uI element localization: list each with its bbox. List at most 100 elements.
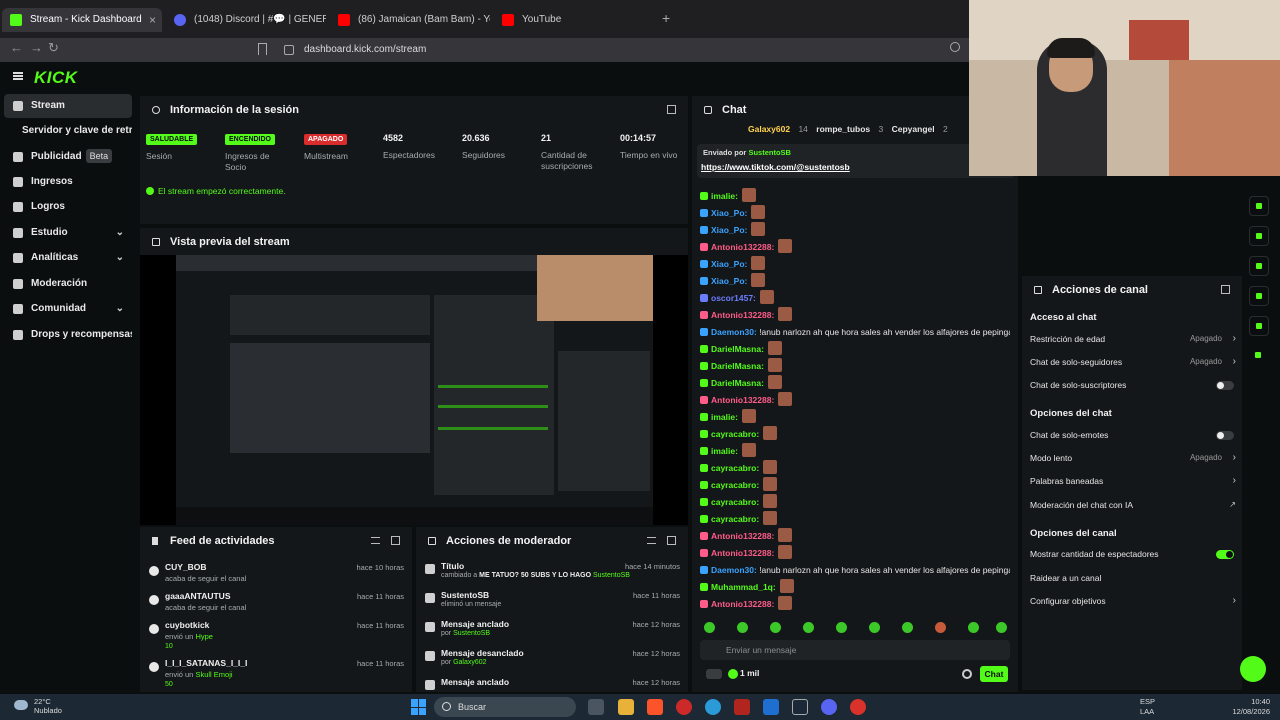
- chat-username[interactable]: cayracabro:: [711, 463, 759, 473]
- feed-user[interactable]: I_I_I_SATANAS_I_I_I: [165, 658, 247, 668]
- chat-username[interactable]: Xiao_Po:: [711, 208, 747, 218]
- help-chat-button[interactable]: [1240, 656, 1266, 682]
- sidebar-item-server-key[interactable]: Servidor y clave de retransmisión: [4, 119, 132, 143]
- chat-username[interactable]: DarielMasna:: [711, 361, 764, 371]
- tab-discord[interactable]: (1048) Discord | #💬 | GENERAL | EISUS: [166, 8, 326, 32]
- site-info-icon[interactable]: [284, 45, 294, 55]
- chat-username[interactable]: Daemon30:: [711, 565, 757, 575]
- edge-icon[interactable]: [705, 699, 721, 715]
- app-icon[interactable]: [850, 699, 866, 715]
- infinity-icon[interactable]: [706, 669, 722, 679]
- opera-icon[interactable]: [676, 699, 692, 715]
- pinned-link[interactable]: https://www.tiktok.com/@sustentosb: [701, 162, 850, 172]
- option-raid[interactable]: Raidear a un canal: [1030, 568, 1236, 588]
- chat-send-button[interactable]: Chat: [980, 666, 1008, 682]
- emote-icon[interactable]: [704, 622, 715, 633]
- chat-username[interactable]: Daemon30:: [711, 327, 757, 337]
- mod-action-user[interactable]: SustentoSB: [593, 572, 630, 579]
- chat-username[interactable]: Antonio132288:: [711, 599, 774, 609]
- option-slow-mode[interactable]: Modo lento Apagado ›: [1030, 448, 1236, 468]
- emote-icon[interactable]: [803, 622, 814, 633]
- tab-youtube-jamaican[interactable]: (86) Jamaican (Bam Bam) - YouTube: [330, 8, 490, 32]
- pinned-message[interactable]: Enviado por SustentoSB https://www.tikto…: [697, 144, 1015, 178]
- taskbar-clock[interactable]: 10:40 12/08/2026: [1232, 697, 1270, 717]
- list-tool-icon[interactable]: [1249, 286, 1269, 306]
- option-followers-only[interactable]: Chat de solo-seguidores Apagado ›: [1030, 352, 1236, 372]
- wrench-tool-icon[interactable]: [1249, 316, 1269, 336]
- chat-username[interactable]: DarielMasna:: [711, 378, 764, 388]
- back-arrow-icon[interactable]: ←: [10, 40, 23, 55]
- sidebar-item-estudio[interactable]: Estudio ⌄: [4, 221, 132, 245]
- chat-username[interactable]: cayracabro:: [711, 429, 759, 439]
- chat-username[interactable]: Muhammad_1q:: [711, 582, 776, 592]
- store-icon[interactable]: [763, 699, 779, 715]
- sidebar-item-comunidad[interactable]: Comunidad ⌄: [4, 297, 132, 321]
- discord-icon[interactable]: [821, 699, 837, 715]
- emotes-only-toggle[interactable]: [1216, 431, 1234, 440]
- settings-gear-icon[interactable]: [962, 669, 972, 679]
- subscribers-only-toggle[interactable]: [1216, 381, 1234, 390]
- chat-username[interactable]: imalie:: [711, 191, 738, 201]
- taskbar-search[interactable]: Buscar: [434, 697, 576, 717]
- file-explorer-icon[interactable]: [618, 699, 634, 715]
- option-goals[interactable]: Configurar objetivos ›: [1030, 591, 1236, 611]
- emote-icon[interactable]: [770, 622, 781, 633]
- language-indicator[interactable]: ESP LAA: [1140, 697, 1155, 717]
- tab-kick-dashboard[interactable]: Stream - Kick Dashboard ×: [2, 8, 162, 32]
- mod-action-user[interactable]: SustentoSB: [453, 630, 490, 637]
- phone-tool-icon[interactable]: [1249, 226, 1269, 246]
- weather-widget[interactable]: 22°C Nublado: [34, 697, 62, 715]
- emote-icon[interactable]: [968, 622, 979, 633]
- kick-logo[interactable]: KICK: [34, 68, 78, 88]
- chat-username[interactable]: cayracabro:: [711, 497, 759, 507]
- forward-arrow-icon[interactable]: →: [30, 40, 43, 55]
- chat-username[interactable]: oscor1457:: [711, 293, 756, 303]
- emote-icon[interactable]: [836, 622, 847, 633]
- stream-preview-player[interactable]: [140, 255, 688, 525]
- emote-icon[interactable]: [737, 622, 748, 633]
- mod-action-name[interactable]: SustentoSB: [441, 590, 489, 600]
- sidebar-item-moderacion[interactable]: Moderación: [4, 272, 132, 296]
- mod-action-user[interactable]: Galaxy602: [453, 659, 486, 666]
- menu-icon[interactable]: [13, 72, 23, 80]
- bookmark-icon[interactable]: [258, 43, 267, 55]
- lightning-tool-icon[interactable]: [1249, 196, 1269, 216]
- feed-user[interactable]: CUY_BOB: [165, 562, 207, 572]
- chat-username[interactable]: Antonio132288:: [711, 242, 774, 252]
- steam-icon[interactable]: [792, 699, 808, 715]
- option-ai-moderation[interactable]: Moderación del chat con IA ↗: [1030, 495, 1236, 515]
- chat-username[interactable]: Antonio132288:: [711, 310, 774, 320]
- emote-icon[interactable]: [869, 622, 880, 633]
- filezilla-icon[interactable]: [734, 699, 750, 715]
- chat-username[interactable]: Antonio132288:: [711, 395, 774, 405]
- chat-username[interactable]: DarielMasna:: [711, 344, 764, 354]
- chat-username[interactable]: Xiao_Po:: [711, 225, 747, 235]
- top-gifter-1[interactable]: Galaxy602 14: [748, 124, 808, 134]
- emote-icon[interactable]: [902, 622, 913, 633]
- chat-username[interactable]: cayracabro:: [711, 514, 759, 524]
- sidebar-item-analiticas[interactable]: Analíticas ⌄: [4, 246, 132, 270]
- popout-icon[interactable]: [391, 536, 400, 545]
- close-tab-icon[interactable]: ×: [149, 8, 156, 32]
- people-tool-icon[interactable]: [1249, 346, 1269, 366]
- top-gifter-3[interactable]: Cepyangel 2: [892, 124, 948, 134]
- sidebar-item-drops[interactable]: Drops y recompensas: [4, 323, 132, 347]
- sidebar-item-ingresos[interactable]: Ingresos: [4, 170, 132, 194]
- chat-username[interactable]: imalie:: [711, 412, 738, 422]
- popout-icon[interactable]: [1221, 285, 1230, 294]
- chat-username[interactable]: Xiao_Po:: [711, 276, 747, 286]
- emote-icon[interactable]: [935, 622, 946, 633]
- chat-username[interactable]: imalie:: [711, 446, 738, 456]
- reload-icon[interactable]: ↻: [48, 40, 59, 56]
- feed-user[interactable]: cuybotkick: [165, 620, 209, 630]
- chat-username[interactable]: Antonio132288:: [711, 531, 774, 541]
- tab-youtube[interactable]: YouTube: [494, 8, 654, 32]
- feed-user[interactable]: gaaaANTAUTUS: [165, 591, 231, 601]
- option-banned-words[interactable]: Palabras baneadas ›: [1030, 471, 1236, 491]
- zoom-icon[interactable]: [950, 42, 960, 52]
- popout-icon[interactable]: [667, 105, 676, 114]
- popout-icon[interactable]: [667, 536, 676, 545]
- windows-start-icon[interactable]: [411, 699, 427, 715]
- url-field[interactable]: dashboard.kick.com/stream: [280, 40, 426, 60]
- task-view-icon[interactable]: [588, 699, 604, 715]
